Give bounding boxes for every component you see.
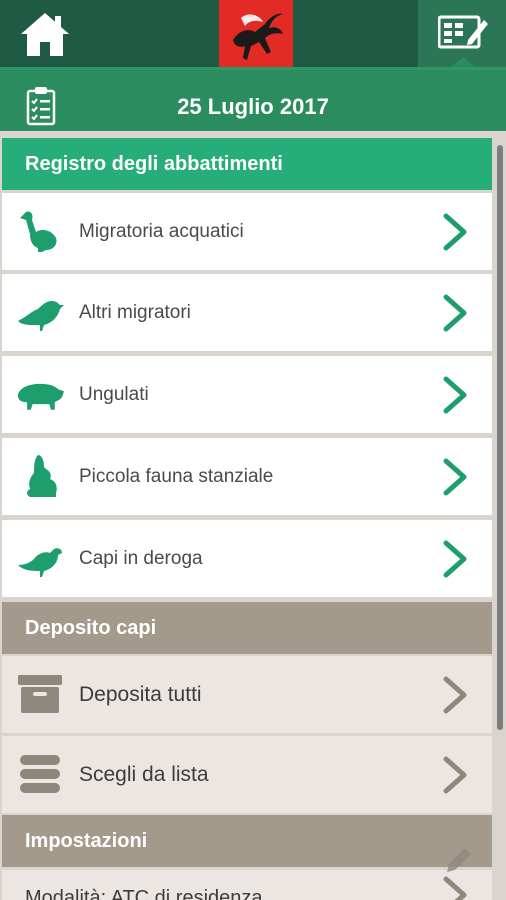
archive-box-icon (18, 675, 62, 713)
date-bar: 25 Luglio 2017 (0, 67, 506, 131)
current-date: 25 Luglio 2017 (177, 94, 329, 119)
list-item-modalita[interactable]: Modalità: ATC di residenza (2, 870, 492, 900)
waterbird-icon (20, 211, 57, 252)
list-item-label: Migratoria acquatici (79, 221, 244, 242)
active-tab-indicator (451, 57, 475, 67)
chevron-right-icon (443, 376, 467, 414)
list-item-piccola-fauna-stanziale[interactable]: Piccola fauna stanziale (2, 438, 492, 515)
list-item-ungulati[interactable]: Ungulati (2, 356, 492, 433)
section-registro-header: Registro degli abbattimenti (2, 138, 492, 190)
list-item-deposita-tutti[interactable]: Deposita tutti (2, 656, 492, 733)
regione-logo (219, 0, 293, 77)
boar-icon (17, 383, 64, 410)
pegasus-icon (233, 13, 283, 60)
chevron-right-icon (443, 876, 467, 900)
chevron-right-icon (443, 294, 467, 332)
list-stack-icon (20, 755, 60, 793)
bird-icon (18, 301, 64, 331)
hare-icon (27, 455, 57, 497)
chevron-right-icon (443, 676, 467, 714)
chevron-right-icon (443, 458, 467, 496)
scrollbar[interactable] (497, 145, 503, 730)
list-item-label: Capi in deroga (79, 548, 203, 569)
section-impostazioni-header: Impostazioni (2, 815, 492, 867)
register-edit-icon (438, 15, 488, 49)
list-item-capi-in-deroga[interactable]: Capi in deroga (2, 520, 492, 597)
home-button[interactable] (18, 10, 72, 60)
list-item-label: Altri migratori (79, 302, 191, 323)
home-icon (21, 13, 69, 56)
list-item-label: Modalità: ATC di residenza (25, 887, 263, 900)
list-item-label: Ungulati (79, 384, 149, 405)
list-item-label: Piccola fauna stanziale (79, 466, 274, 487)
list-item-scegli-da-lista[interactable]: Scegli da lista (2, 736, 492, 813)
list-item-migratoria-acquatici[interactable]: Migratoria acquatici (2, 193, 492, 270)
chevron-right-icon (443, 756, 467, 794)
top-bar (0, 0, 506, 77)
list-item-altri-migratori[interactable]: Altri migratori (2, 274, 492, 351)
edit-pencil-icon[interactable] (443, 842, 479, 872)
pigeon-icon (18, 548, 62, 577)
list-item-label: Scegli da lista (79, 763, 209, 786)
chevron-right-icon (443, 213, 467, 251)
section-deposito-header: Deposito capi (2, 602, 492, 654)
list-item-label: Deposita tutti (79, 683, 202, 706)
chevron-right-icon (443, 540, 467, 578)
